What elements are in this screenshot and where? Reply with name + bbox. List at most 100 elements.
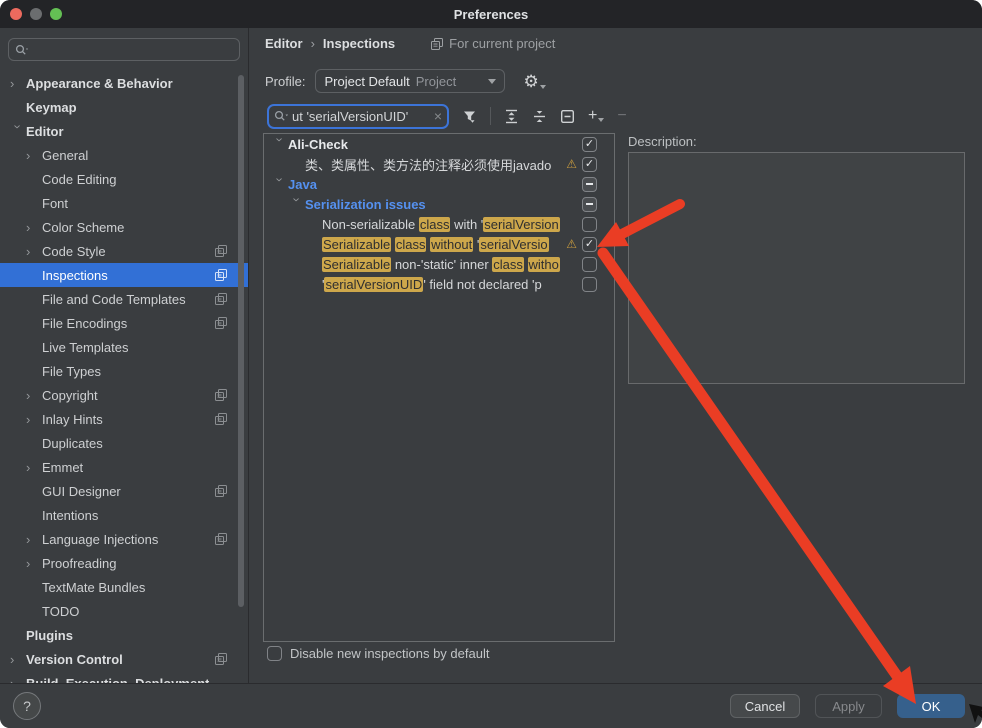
chevron-down-icon[interactable]: › (274, 177, 287, 193)
chevron-right-icon[interactable]: › (26, 245, 42, 258)
warning-icon: ⚠ (566, 158, 577, 170)
gear-icon: ⚙ (523, 73, 538, 90)
chevron-right-icon[interactable]: › (26, 557, 42, 570)
inspection-label: Non-serializable class with 'serialVersi… (322, 217, 582, 232)
expand-all-icon[interactable] (504, 109, 519, 124)
minimize-button (30, 8, 42, 20)
chevron-right-icon[interactable]: › (26, 533, 42, 546)
help-button[interactable]: ? (13, 692, 41, 720)
copy-icon (215, 485, 227, 497)
inspection-checkbox-indeterminate[interactable] (582, 197, 597, 212)
sidebar-item-duplicates[interactable]: ›Duplicates (0, 431, 249, 455)
profile-scheme: Project (416, 74, 456, 89)
sidebar-item-proofreading[interactable]: ›Proofreading (0, 551, 249, 575)
sidebar-item-copyright[interactable]: ›Copyright (0, 383, 249, 407)
ok-button[interactable]: OK (897, 694, 965, 718)
inspection-row-serializable-class-without-serialversionuid[interactable]: Serializable class without 'serialVersio… (264, 234, 614, 254)
sidebar-item-inspections[interactable]: ›Inspections (0, 263, 249, 287)
inspection-checkbox-checked[interactable] (582, 137, 597, 152)
inspection-row-serializable-non-static-inner-class[interactable]: Serializable non-'static' inner class wi… (264, 254, 614, 274)
sidebar-search-field[interactable] (8, 38, 240, 61)
inspection-checkbox-indeterminate[interactable] (582, 177, 597, 192)
sidebar-item-appearance-behavior[interactable]: ›Appearance & Behavior (0, 71, 249, 95)
breadcrumb-separator: › (311, 36, 315, 51)
add-icon[interactable]: + (588, 109, 604, 123)
inspections-search-value: ut 'serialVersionUID' (292, 109, 429, 124)
sidebar-item-intentions[interactable]: ›Intentions (0, 503, 249, 527)
inspection-checkbox-unchecked[interactable] (582, 257, 597, 272)
sidebar-item-label: Color Scheme (42, 220, 124, 235)
inspection-checkbox-checked[interactable] (582, 237, 597, 252)
breadcrumb-inspections[interactable]: Inspections (323, 36, 395, 51)
sidebar-item-code-style[interactable]: ›Code Style (0, 239, 249, 263)
clear-search-icon[interactable]: × (432, 108, 442, 124)
sidebar-item-file-encodings[interactable]: ›File Encodings (0, 311, 249, 335)
filter-icon[interactable] (462, 109, 477, 124)
toolbar-separator (490, 107, 491, 125)
sidebar-item-file-and-code-templates[interactable]: ›File and Code Templates (0, 287, 249, 311)
scope-label: For current project (449, 36, 555, 51)
close-button[interactable] (10, 8, 22, 20)
sidebar-item-label: Live Templates (42, 340, 128, 355)
inspection-checkbox-unchecked[interactable] (582, 277, 597, 292)
sidebar-item-plugins[interactable]: ›Plugins (0, 623, 249, 647)
sidebar-item-label: File Encodings (42, 316, 127, 331)
sidebar-item-gui-designer[interactable]: ›GUI Designer (0, 479, 249, 503)
profile-settings-button[interactable]: ⚙ (523, 73, 545, 90)
warning-icon: ⚠ (566, 238, 577, 250)
inspection-row-serialization-issues[interactable]: ›Serialization issues (264, 194, 614, 214)
cancel-button[interactable]: Cancel (730, 694, 800, 718)
sidebar-item-file-types[interactable]: ›File Types (0, 359, 249, 383)
chevron-right-icon[interactable]: › (10, 77, 26, 90)
disable-new-inspections-option[interactable]: Disable new inspections by default (267, 646, 489, 661)
sidebar-search-input[interactable] (31, 41, 233, 58)
sidebar-item-label: Proofreading (42, 556, 116, 571)
inspections-search-field[interactable]: ut 'serialVersionUID' × (267, 104, 449, 129)
sidebar-item-label: Font (42, 196, 68, 211)
sidebar-item-general[interactable]: ›General (0, 143, 249, 167)
sidebar-item-emmet[interactable]: ›Emmet (0, 455, 249, 479)
copy-icon (215, 533, 227, 545)
disable-new-inspections-checkbox[interactable] (267, 646, 282, 661)
sidebar-item-build-execution-deployment[interactable]: ›Build, Execution, Deployment (0, 671, 249, 683)
sidebar-item-language-injections[interactable]: ›Language Injections (0, 527, 249, 551)
chevron-down-icon[interactable]: › (291, 197, 304, 213)
sidebar-item-editor[interactable]: ›Editor (0, 119, 249, 143)
collapse-all-icon[interactable] (532, 109, 547, 124)
chevron-right-icon[interactable]: › (10, 653, 26, 666)
inspection-row-java[interactable]: ›Java (264, 174, 614, 194)
sidebar-scrollbar-thumb[interactable] (238, 75, 244, 607)
breadcrumb-editor[interactable]: Editor (265, 36, 303, 51)
inspection-row-non-serializable-class-with-serialversionuid[interactable]: Non-serializable class with 'serialVersi… (264, 214, 614, 234)
sidebar-item-live-templates[interactable]: ›Live Templates (0, 335, 249, 359)
sidebar-item-inlay-hints[interactable]: ›Inlay Hints (0, 407, 249, 431)
inspection-checkbox-unchecked[interactable] (582, 217, 597, 232)
inspection-row-ali-check[interactable]: ›Ali-Check (264, 134, 614, 154)
sidebar-item-label: Appearance & Behavior (26, 76, 173, 91)
sidebar-item-label: Language Injections (42, 532, 158, 547)
chevron-down-icon[interactable]: › (274, 137, 287, 153)
profile-dropdown[interactable]: Project Default Project (315, 69, 505, 93)
chevron-right-icon[interactable]: › (26, 389, 42, 402)
chevron-right-icon[interactable]: › (26, 413, 42, 426)
search-match-highlight: class (492, 257, 524, 272)
sidebar-item-color-scheme[interactable]: ›Color Scheme (0, 215, 249, 239)
chevron-right-icon[interactable]: › (26, 221, 42, 234)
inspection-checkbox-checked[interactable] (582, 157, 597, 172)
sidebar-item-textmate-bundles[interactable]: ›TextMate Bundles (0, 575, 249, 599)
sidebar-item-code-editing[interactable]: ›Code Editing (0, 167, 249, 191)
scope-selector[interactable]: For current project (431, 36, 555, 51)
sidebar-item-font[interactable]: ›Font (0, 191, 249, 215)
copy-icon (215, 389, 227, 401)
chevron-right-icon[interactable]: › (26, 149, 42, 162)
inspection-group-label: Serialization issues (305, 197, 582, 212)
chevron-right-icon[interactable]: › (26, 461, 42, 474)
sidebar-item-version-control[interactable]: ›Version Control (0, 647, 249, 671)
sidebar-item-keymap[interactable]: ›Keymap (0, 95, 249, 119)
reset-inspection-icon[interactable] (560, 109, 575, 124)
zoom-button[interactable] (50, 8, 62, 20)
chevron-down-icon[interactable]: › (12, 124, 25, 140)
inspection-row-serialversionuid-field-not-declared[interactable]: 'serialVersionUID' field not declared 'p (264, 274, 614, 294)
sidebar-item-todo[interactable]: ›TODO (0, 599, 249, 623)
inspection-row-javadoc-comment-rule[interactable]: 类、类属性、类方法的注释必须使用javado⚠ (264, 154, 614, 174)
